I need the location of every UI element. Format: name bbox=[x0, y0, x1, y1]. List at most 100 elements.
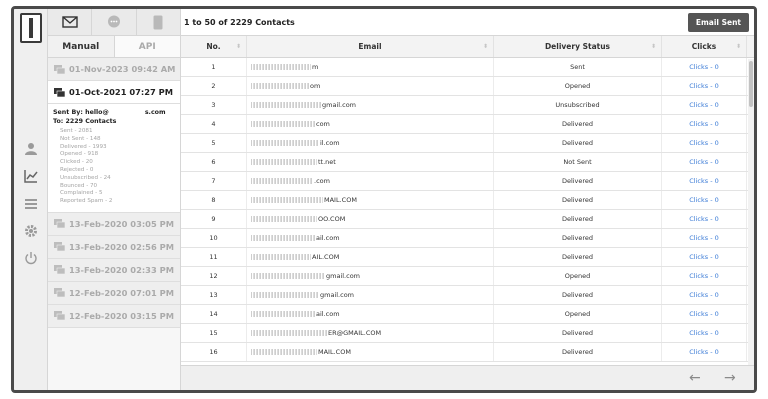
channel-sms[interactable] bbox=[92, 9, 137, 35]
campaign-item[interactable]: 13-Feb-2020 02:33 PM bbox=[48, 258, 180, 282]
cell-email: com bbox=[247, 115, 494, 133]
clicks-link[interactable]: Clicks - 0 bbox=[689, 101, 719, 109]
clicks-link[interactable]: Clicks - 0 bbox=[689, 63, 719, 71]
table-row[interactable]: 1 m Sent Clicks - 0 bbox=[181, 58, 754, 77]
redacted-email bbox=[251, 159, 317, 165]
cell-clicks: Clicks - 0 bbox=[662, 305, 747, 323]
column-header-clicks[interactable]: Clicks ⬍ bbox=[662, 36, 747, 57]
tab-api[interactable]: API bbox=[113, 36, 180, 57]
cell-clicks: Clicks - 0 bbox=[662, 77, 747, 95]
table-row[interactable]: 6 tt.net Not Sent Clicks - 0 bbox=[181, 153, 754, 172]
table-row[interactable]: 10 ail.com Delivered Clicks - 0 bbox=[181, 229, 754, 248]
clicks-link[interactable]: Clicks - 0 bbox=[689, 120, 719, 128]
cell-clicks: Clicks - 0 bbox=[662, 115, 747, 133]
email-domain: ail.com bbox=[316, 310, 340, 318]
cell-email: om bbox=[247, 77, 494, 95]
app-window: Manual API 01-Nov-2023 09:42 AM 01-Oct-2… bbox=[11, 6, 757, 393]
campaign-item[interactable]: 13-Feb-2020 03:05 PM bbox=[48, 212, 180, 236]
cell-status: Delivered bbox=[494, 343, 662, 361]
chart-icon[interactable] bbox=[23, 169, 39, 185]
contacts-panel: 1 to 50 of 2229 Contacts Email Sent No. ⬍… bbox=[181, 9, 754, 390]
arrow-left-icon[interactable]: ← bbox=[689, 370, 701, 386]
sent-by-suffix: s.com bbox=[144, 109, 166, 116]
clicks-link[interactable]: Clicks - 0 bbox=[689, 253, 719, 261]
table-header: No. ⬍ Email ⬍ Delivery Status ⬍ Clicks ⬍ bbox=[181, 36, 754, 58]
channel-mobile[interactable] bbox=[137, 9, 180, 35]
clicks-link[interactable]: Clicks - 0 bbox=[689, 234, 719, 242]
sent-by-prefix: Sent By: hello@ bbox=[53, 109, 109, 116]
clicks-link[interactable]: Clicks - 0 bbox=[689, 215, 719, 223]
cell-email: AIL.COM bbox=[247, 248, 494, 266]
clicks-link[interactable]: Clicks - 0 bbox=[689, 310, 719, 318]
cell-status: Delivered bbox=[494, 134, 662, 152]
table-row[interactable]: 15 ER@GMAIL.COM Delivered Clicks - 0 bbox=[181, 324, 754, 343]
list-icon[interactable] bbox=[23, 197, 39, 213]
email-domain: om bbox=[310, 82, 321, 90]
cell-email: gmail.com bbox=[247, 267, 494, 285]
column-header-email[interactable]: Email ⬍ bbox=[247, 36, 494, 57]
scrollbar-thumb[interactable] bbox=[749, 61, 753, 107]
vertical-scrollbar[interactable] bbox=[748, 59, 754, 365]
cell-no: 1 bbox=[181, 58, 247, 76]
campaign-item[interactable]: 12-Feb-2020 03:15 PM bbox=[48, 304, 180, 328]
cell-clicks: Clicks - 0 bbox=[662, 267, 747, 285]
cell-email: .com bbox=[247, 172, 494, 190]
clicks-link[interactable]: Clicks - 0 bbox=[689, 82, 719, 90]
cell-status: Not Sent bbox=[494, 153, 662, 171]
gear-icon[interactable] bbox=[23, 224, 39, 240]
clicks-link[interactable]: Clicks - 0 bbox=[689, 291, 719, 299]
campaign-icon bbox=[54, 311, 65, 321]
column-header-status[interactable]: Delivery Status ⬍ bbox=[494, 36, 662, 57]
column-header-no[interactable]: No. ⬍ bbox=[181, 36, 247, 57]
campaign-icon bbox=[54, 219, 65, 229]
cell-clicks: Clicks - 0 bbox=[662, 58, 747, 76]
clicks-link[interactable]: Clicks - 0 bbox=[689, 177, 719, 185]
table-row[interactable]: 12 gmail.com Opened Clicks - 0 bbox=[181, 267, 754, 286]
table-row[interactable]: 2 om Opened Clicks - 0 bbox=[181, 77, 754, 96]
cell-status: Delivered bbox=[494, 286, 662, 304]
table-row[interactable]: 5 il.com Delivered Clicks - 0 bbox=[181, 134, 754, 153]
table-row[interactable]: 7 .com Delivered Clicks - 0 bbox=[181, 172, 754, 191]
campaign-item[interactable]: 01-Nov-2023 09:42 AM bbox=[48, 58, 180, 81]
cell-status: Delivered bbox=[494, 210, 662, 228]
table-row[interactable]: 11 AIL.COM Delivered Clicks - 0 bbox=[181, 248, 754, 267]
redacted-email bbox=[251, 254, 311, 260]
clicks-link[interactable]: Clicks - 0 bbox=[689, 348, 719, 356]
campaign-item[interactable]: 13-Feb-2020 02:56 PM bbox=[48, 235, 180, 259]
stat-unsubscribed: Unsubscribed - 24 bbox=[60, 174, 111, 181]
cell-clicks: Clicks - 0 bbox=[662, 153, 747, 171]
clicks-link[interactable]: Clicks - 0 bbox=[689, 196, 719, 204]
left-rail bbox=[14, 9, 48, 390]
table-row[interactable]: 3 gmail.com Unsubscribed Clicks - 0 bbox=[181, 96, 754, 115]
clicks-link[interactable]: Clicks - 0 bbox=[689, 272, 719, 280]
clicks-link[interactable]: Clicks - 0 bbox=[689, 329, 719, 337]
table-row[interactable]: 9 OO.COM Delivered Clicks - 0 bbox=[181, 210, 754, 229]
email-sent-button[interactable]: Email Sent bbox=[687, 12, 749, 32]
cell-clicks: Clicks - 0 bbox=[662, 210, 747, 228]
table-row[interactable]: 8 MAIL.COM Delivered Clicks - 0 bbox=[181, 191, 754, 210]
channel-email[interactable] bbox=[48, 9, 93, 35]
stat-complained: Complained - 5 bbox=[60, 190, 103, 197]
campaign-item-active[interactable]: 01-Oct-2021 07:27 PM bbox=[48, 81, 180, 104]
cell-status: Opened bbox=[494, 305, 662, 323]
campaign-item[interactable]: 12-Feb-2020 07:01 PM bbox=[48, 281, 180, 305]
app-logo[interactable] bbox=[20, 13, 42, 43]
user-icon[interactable] bbox=[23, 142, 39, 158]
clicks-link[interactable]: Clicks - 0 bbox=[689, 158, 719, 166]
stat-delivered: Delivered - 1993 bbox=[60, 143, 107, 150]
email-domain: MAIL.COM bbox=[318, 348, 351, 356]
table-row[interactable]: 16 MAIL.COM Delivered Clicks - 0 bbox=[181, 343, 754, 362]
email-domain: gmail.com bbox=[326, 272, 361, 280]
stat-rejected: Rejected - 0 bbox=[60, 166, 94, 173]
tab-manual[interactable]: Manual bbox=[48, 36, 114, 57]
arrow-right-icon[interactable]: → bbox=[724, 370, 736, 386]
table-row[interactable]: 13 gmail.com Delivered Clicks - 0 bbox=[181, 286, 754, 305]
table-row[interactable]: 4 com Delivered Clicks - 0 bbox=[181, 115, 754, 134]
column-label: Email bbox=[358, 42, 382, 51]
campaign-detail: Sent By: hello@ s.com To: 2229 Contacts S… bbox=[48, 104, 180, 213]
power-icon[interactable] bbox=[23, 251, 39, 267]
cell-clicks: Clicks - 0 bbox=[662, 172, 747, 190]
email-domain: ail.com bbox=[316, 234, 340, 242]
table-row[interactable]: 14 ail.com Opened Clicks - 0 bbox=[181, 305, 754, 324]
clicks-link[interactable]: Clicks - 0 bbox=[689, 139, 719, 147]
